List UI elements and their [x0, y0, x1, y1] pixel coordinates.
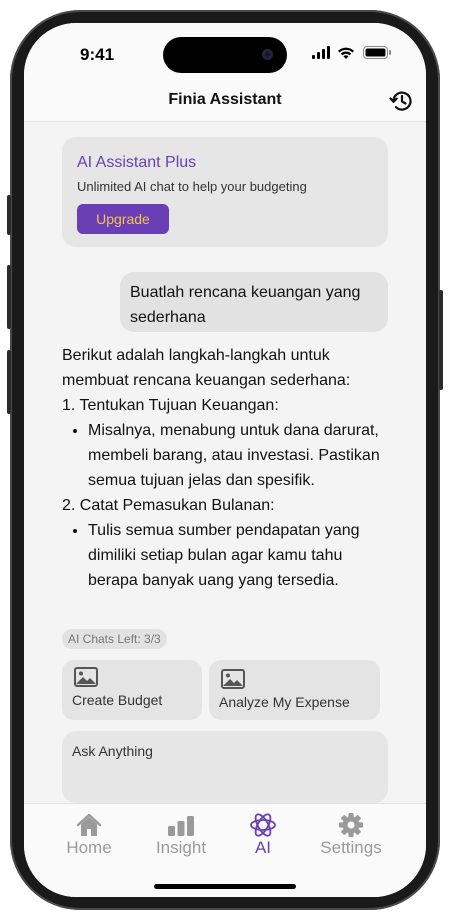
- history-icon[interactable]: [388, 87, 416, 115]
- chats-left-badge: AI Chats Left: 3/3: [62, 629, 167, 649]
- tab-insight[interactable]: Insight: [136, 812, 226, 858]
- app-header: Finia Assistant: [24, 83, 426, 122]
- step-list: Tulis semua sumber pendapatan yang dimil…: [62, 518, 392, 593]
- image-icon: [74, 667, 98, 687]
- bar-chart-icon: [168, 816, 194, 836]
- home-indicator: [154, 884, 296, 889]
- home-icon: [76, 813, 102, 836]
- image-icon: [221, 669, 245, 689]
- tab-label: Settings: [320, 838, 382, 857]
- status-time: 9:41: [80, 45, 115, 64]
- step-heading: 1. Tentukan Tujuan Keuangan:: [62, 397, 279, 414]
- chat-area[interactable]: AI Assistant Plus Unlimited AI chat to h…: [24, 122, 426, 803]
- tab-bar: Home Insight AI Settings: [24, 803, 426, 897]
- tab-home[interactable]: Home: [44, 812, 134, 858]
- volume-up-button: [7, 265, 11, 329]
- power-button: [439, 290, 443, 390]
- ai-intro-text: Berikut adalah langkah-langkah untuk mem…: [62, 347, 351, 389]
- tab-label: AI: [254, 838, 272, 857]
- dynamic-island: [163, 37, 287, 73]
- battery-icon: [363, 46, 391, 59]
- cellular-signal-icon: [312, 46, 330, 59]
- create-budget-button[interactable]: Create Budget: [62, 660, 202, 720]
- gear-icon: [339, 813, 363, 837]
- camera-icon: [262, 49, 273, 60]
- promo-title: AI Assistant Plus: [77, 154, 197, 171]
- phone-screen: 9:41 Finia Assistant AI Assistant Plus U…: [24, 23, 426, 897]
- step-heading: 2. Catat Pemasukan Bulanan:: [62, 497, 275, 514]
- volume-down-button: [7, 350, 11, 414]
- user-message-bubble: Buatlah rencana keuangan yang sederhana: [120, 272, 388, 332]
- page-title: Finia Assistant: [168, 91, 282, 108]
- analyze-expense-button[interactable]: Analyze My Expense: [209, 660, 380, 720]
- step-detail: Tulis semua sumber pendapatan yang dimil…: [88, 518, 392, 593]
- ai-atom-icon: [250, 813, 276, 837]
- status-icons: [312, 46, 391, 59]
- ask-input-placeholder: Ask Anything: [72, 743, 153, 759]
- ai-response: Berikut adalah langkah-langkah untuk mem…: [62, 343, 392, 593]
- action-button: [7, 195, 11, 235]
- tab-settings[interactable]: Settings: [306, 812, 396, 858]
- promo-card: AI Assistant Plus Unlimited AI chat to h…: [62, 137, 388, 247]
- ask-input[interactable]: Ask Anything: [62, 731, 388, 803]
- tab-label: Insight: [155, 838, 207, 857]
- upgrade-button[interactable]: Upgrade: [77, 204, 169, 234]
- suggestion-label: Analyze My Expense: [219, 694, 350, 710]
- status-bar: 9:41: [24, 23, 426, 83]
- tab-label: Home: [66, 838, 112, 857]
- suggestion-label: Create Budget: [72, 692, 163, 708]
- step-detail: Misalnya, menabung untuk dana darurat, m…: [88, 418, 392, 493]
- step-list: Misalnya, menabung untuk dana darurat, m…: [62, 418, 392, 493]
- promo-subtitle: Unlimited AI chat to help your budgeting: [77, 179, 307, 194]
- tab-ai[interactable]: AI: [218, 812, 308, 858]
- wifi-icon: [338, 47, 354, 59]
